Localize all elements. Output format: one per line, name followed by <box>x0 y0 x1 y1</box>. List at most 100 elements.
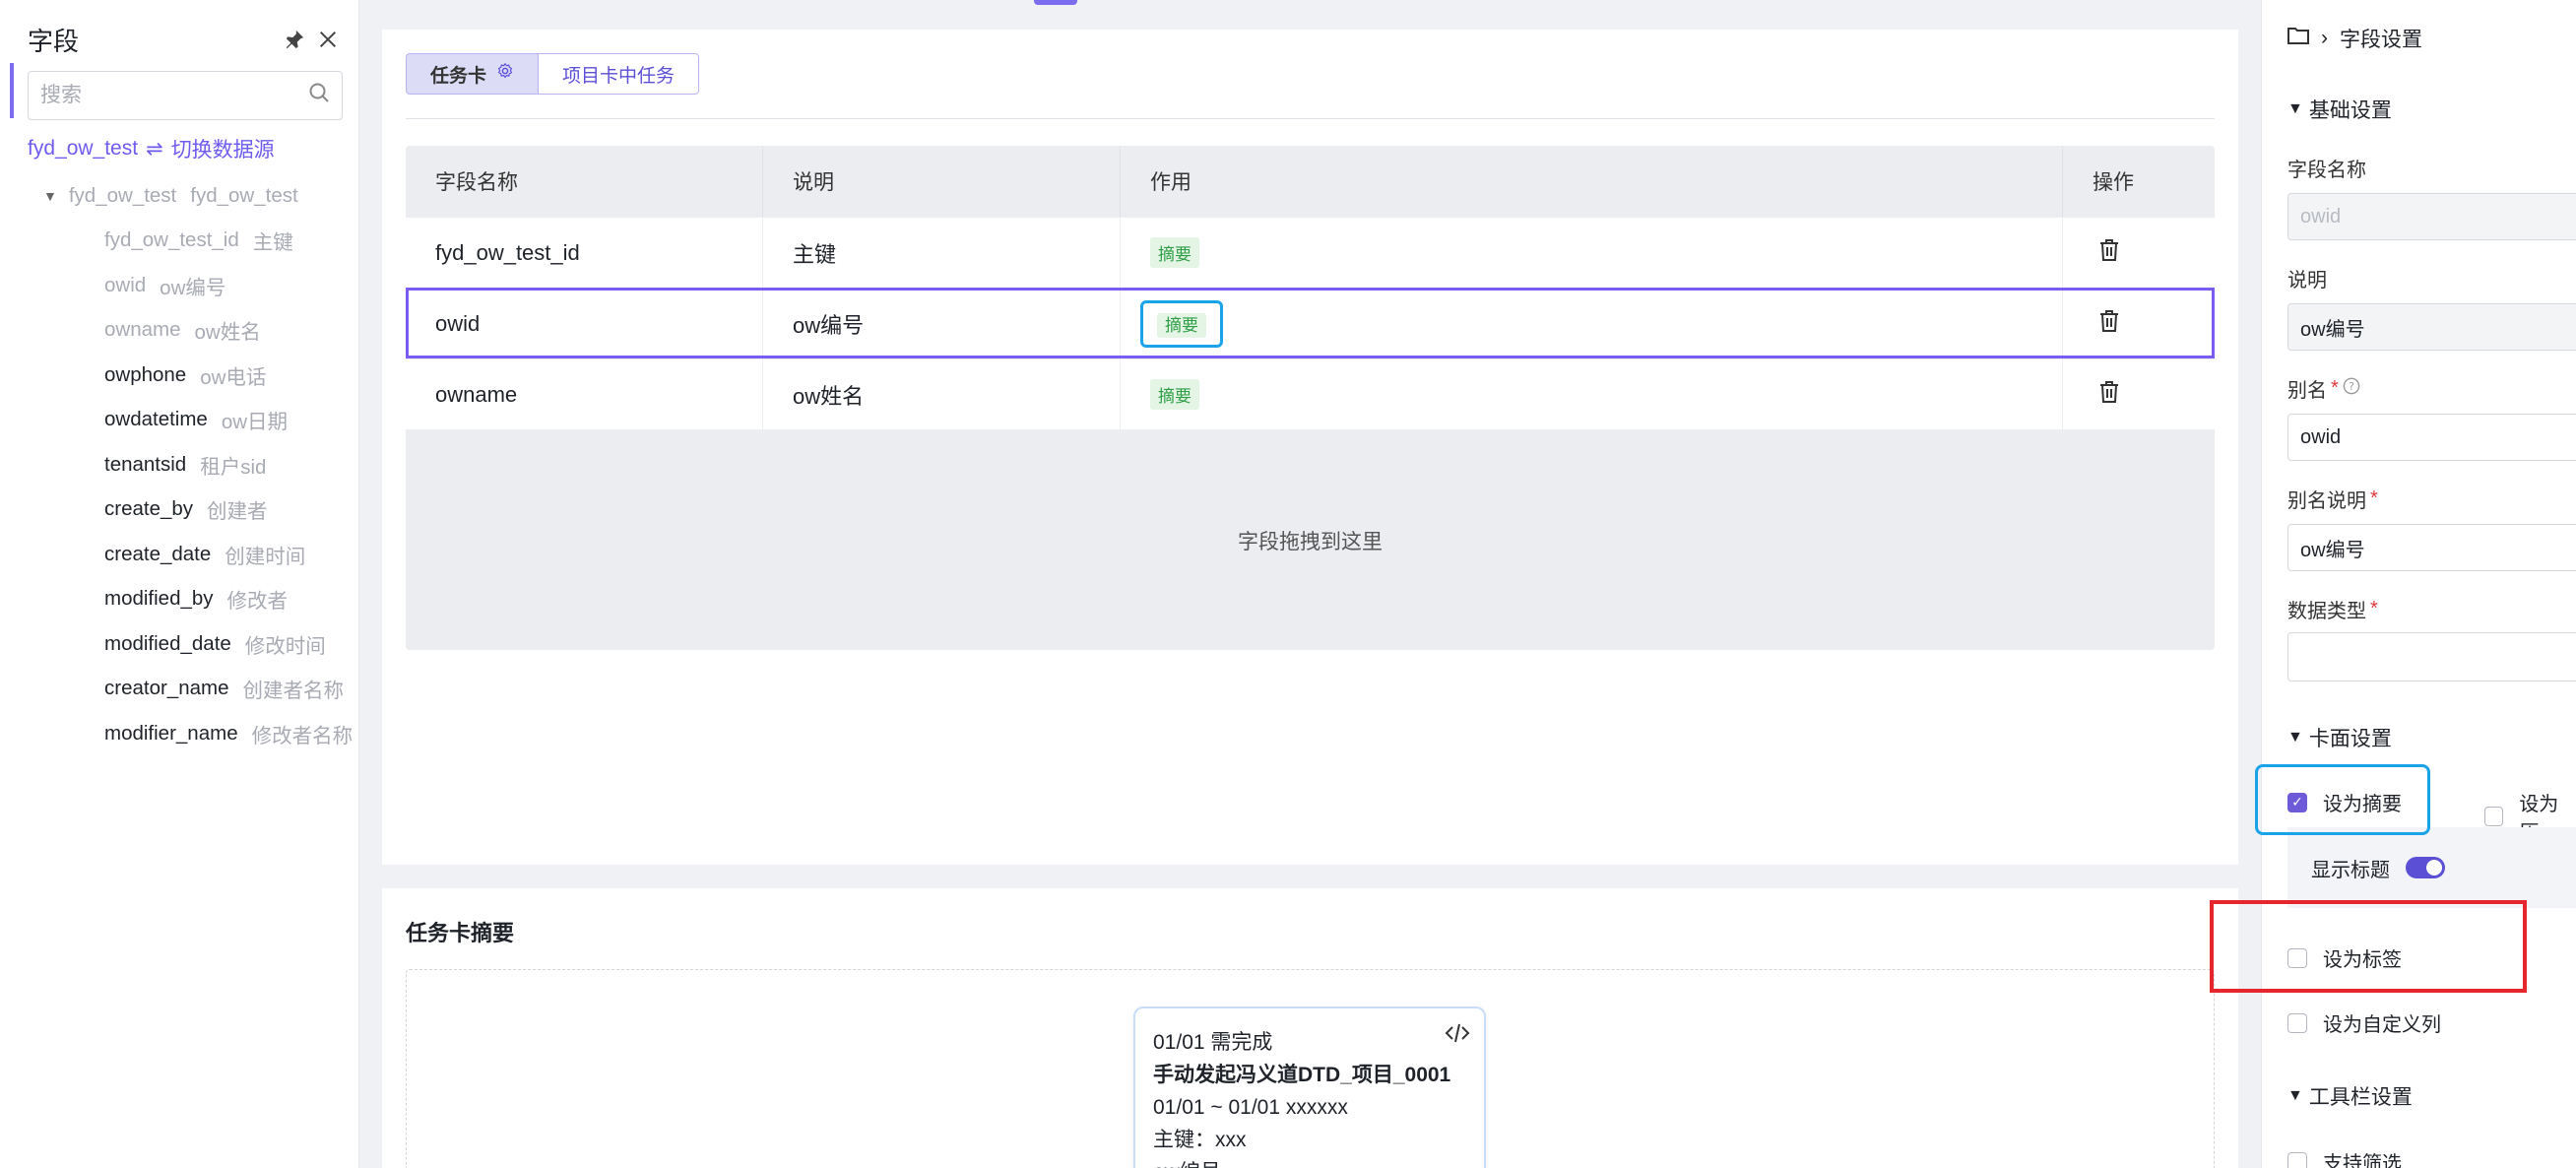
data-type-select[interactable] <box>2287 632 2576 681</box>
alias-input[interactable]: owid <box>2287 414 2576 461</box>
tree-item[interactable]: owphone ow电话 <box>0 353 359 398</box>
tree-item[interactable]: owid ow编号 <box>0 263 359 308</box>
preview-deadline: 01/01 需完成 <box>1153 1031 1273 1054</box>
trash-icon[interactable] <box>2098 309 2120 339</box>
folder-icon[interactable] <box>2287 26 2309 51</box>
preview-primary-key: 主键：xxx <box>1153 1129 1247 1151</box>
field-panel-header: 字段 <box>28 22 343 57</box>
tree-item[interactable]: fyd_ow_test_id 主键 <box>0 219 359 264</box>
tree-item-desc: 修改时间 <box>244 634 326 658</box>
datasource-switch[interactable]: fyd_ow_test ⇌ 切换数据源 <box>28 134 275 163</box>
cell-field-name: owname <box>406 359 763 429</box>
alias-label-text: 别名 <box>2287 380 2327 402</box>
tree-item[interactable]: owname ow姓名 <box>0 308 359 354</box>
tree-item[interactable]: owdatetime ow日期 <box>0 398 359 443</box>
tree-item-desc: ow电话 <box>200 365 267 389</box>
checkbox[interactable] <box>2287 1151 2307 1168</box>
tab-task-card[interactable]: 任务卡 <box>406 53 540 95</box>
table-row-selected[interactable]: owid ow编号 摘要 <box>406 288 2215 358</box>
highlight-box-blue <box>2255 764 2430 835</box>
datasource-name: fyd_ow_test <box>28 137 139 160</box>
desc-label: 说明 <box>2287 270 2327 292</box>
set-custom-column-checkbox[interactable]: 设为自定义列 <box>2287 1008 2441 1037</box>
card-tabs: 任务卡 项目卡中任务 <box>406 53 700 95</box>
tree-item-desc: ow日期 <box>221 411 289 434</box>
tree-item-desc: 创建时间 <box>225 545 306 568</box>
required-mark: * <box>2370 598 2378 619</box>
data-type-label: 数据类型 * <box>2287 595 2378 623</box>
tree-item[interactable]: modifier_name 修改者名称 <box>0 711 359 756</box>
section-toolbar[interactable]: ▼ 工具栏设置 <box>2287 1081 2413 1111</box>
tab-label: 任务卡 <box>430 65 487 87</box>
header-field-name: 字段名称 <box>406 146 763 217</box>
svg-text:?: ? <box>2349 380 2354 393</box>
summary-tag: 摘要 <box>1157 312 1206 338</box>
close-icon[interactable] <box>313 25 343 54</box>
tree-item-name: tenantsid <box>104 452 187 476</box>
field-panel: 字段 fyd_ow_test ⇌ 切换数据源 ▼ fyd_ow_test fyd… <box>0 0 359 1168</box>
trash-icon[interactable] <box>2098 380 2120 410</box>
alias-label: 别名 * ? <box>2287 374 2360 403</box>
show-title-row: 显示标题 <box>2287 827 2576 908</box>
tree-item[interactable]: modified_by 修改者 <box>0 577 359 622</box>
tab-project-card-task[interactable]: 项目卡中任务 <box>539 53 700 95</box>
tree-root[interactable]: ▼ fyd_ow_test fyd_ow_test <box>0 173 359 219</box>
code-icon[interactable] <box>1445 1022 1470 1050</box>
desc-input[interactable]: ow编号 <box>2287 303 2576 351</box>
header-action: 操作 <box>2093 171 2134 194</box>
caret-down-icon[interactable]: ▼ <box>43 188 57 204</box>
gear-icon[interactable] <box>496 62 514 86</box>
trash-icon[interactable] <box>2098 238 2120 268</box>
breadcrumb: › 字段设置 <box>2287 24 2422 53</box>
summary-tag: 摘要 <box>1150 237 1199 268</box>
required-mark: * <box>2370 487 2378 509</box>
pin-icon[interactable] <box>280 25 309 54</box>
switch-datasource-link[interactable]: 切换数据源 <box>171 134 275 163</box>
table-row[interactable]: owname ow姓名 摘要 <box>406 358 2215 429</box>
tree-item[interactable]: tenantsid 租户sid <box>0 442 359 487</box>
section-card[interactable]: ▼ 卡面设置 <box>2287 723 2392 752</box>
checkbox[interactable] <box>2287 1012 2307 1033</box>
header-role: 作用 <box>1121 146 2063 217</box>
tree-item-desc: 创建者名称 <box>242 680 344 703</box>
search-input[interactable] <box>40 84 307 107</box>
field-name-input: owid <box>2287 193 2576 240</box>
tree-item-name: owdatetime <box>104 408 208 431</box>
search-icon[interactable] <box>307 81 331 110</box>
table-header: 字段名称 说明 作用 操作 <box>406 146 2215 217</box>
show-title-toggle[interactable] <box>2406 857 2445 878</box>
tree-item[interactable]: modified_date 修改时间 <box>0 621 359 667</box>
section-card-title: 卡面设置 <box>2308 728 2392 750</box>
tree-item-name: modified_date <box>104 631 231 655</box>
field-search[interactable] <box>28 71 343 120</box>
tree-item[interactable]: create_by 创建者 <box>0 487 359 533</box>
cell-action <box>2063 359 2215 429</box>
tree-item-desc: 租户sid <box>200 455 267 479</box>
field-tree: ▼ fyd_ow_test fyd_ow_test fyd_ow_test_id… <box>0 173 359 756</box>
field-name-label: 字段名称 <box>2287 160 2366 181</box>
summary-panel: 任务卡摘要 01/01 需完成 手动发起冯义道DTD_项目_0001 01/01… <box>382 888 2238 1168</box>
tree-item-name: modifier_name <box>104 721 238 745</box>
support-filter-checkbox[interactable]: 支持筛选 <box>2287 1147 2402 1168</box>
tree-item-desc: 主键 <box>252 231 293 255</box>
tree-item-desc: ow编号 <box>160 276 226 299</box>
required-mark: * <box>2331 377 2339 399</box>
tree-item-desc: 修改者 <box>226 590 289 614</box>
set-custom-column-label: 设为自定义列 <box>2323 1014 2441 1036</box>
tree-item[interactable]: creator_name 创建者名称 <box>0 667 359 712</box>
summary-tag-highlight: 摘要 <box>1140 299 1223 348</box>
top-indicator <box>1034 0 1077 5</box>
tree-item-name: fyd_ow_test_id <box>104 228 239 252</box>
section-basic[interactable]: ▼ 基础设置 <box>2287 95 2392 124</box>
help-icon[interactable]: ? <box>2343 377 2360 401</box>
alias-desc-label: 别名说明 * <box>2287 485 2378 513</box>
tree-item[interactable]: create_date 创建时间 <box>0 532 359 577</box>
alias-desc-input[interactable]: ow编号 <box>2287 524 2576 571</box>
card-preview: 01/01 需完成 手动发起冯义道DTD_项目_0001 01/01 ~ 01/… <box>1133 1006 1486 1168</box>
drop-hint: 字段拖拽到这里 <box>1238 531 1383 553</box>
tree-item-name: modified_by <box>104 587 214 611</box>
table-row[interactable]: fyd_ow_test_id 主键 摘要 <box>406 217 2215 288</box>
drop-zone[interactable]: 字段拖拽到这里 <box>406 431 2215 650</box>
checkbox[interactable] <box>2484 807 2504 826</box>
data-type-label-text: 数据类型 <box>2287 601 2366 622</box>
